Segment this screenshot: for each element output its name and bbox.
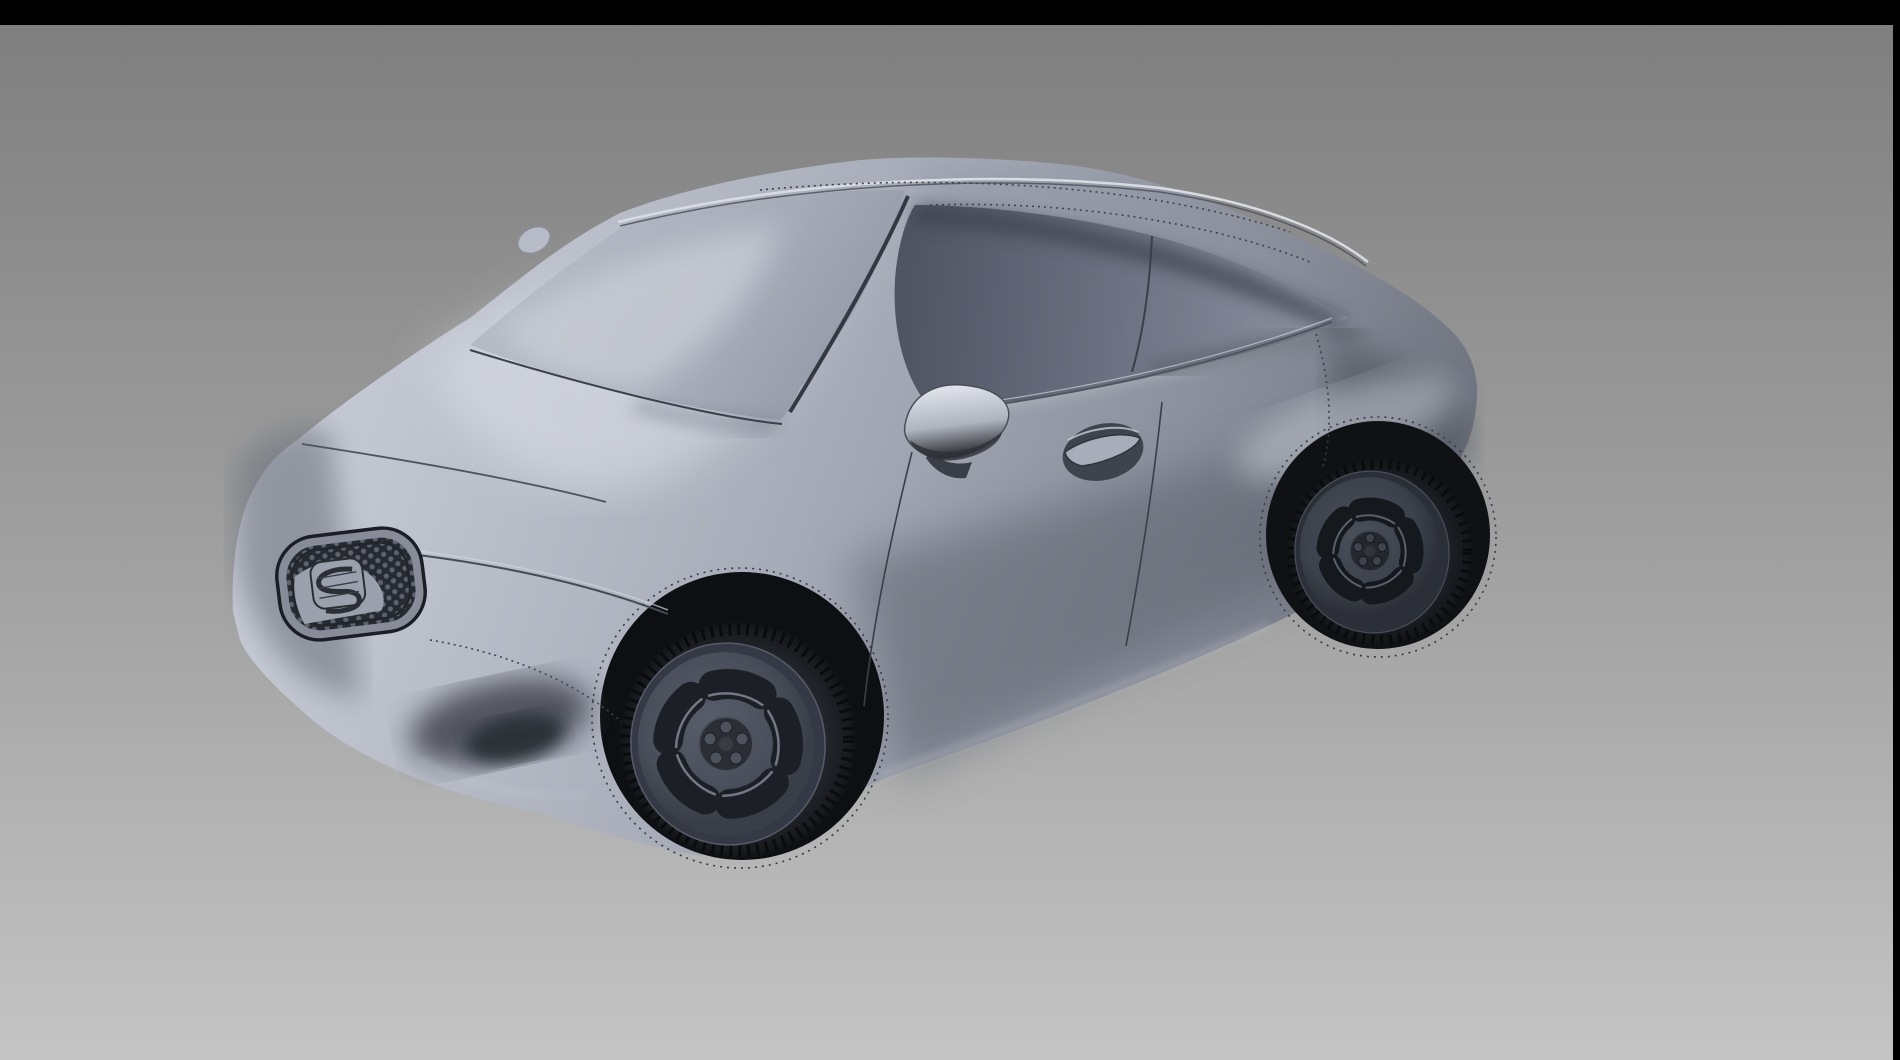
lug-nut [1366, 534, 1375, 543]
lug-nut [1354, 543, 1363, 552]
lug-nut [1373, 557, 1382, 566]
lug-nut [1359, 557, 1368, 566]
top-letterbox-bar [0, 0, 1900, 25]
front-grille [272, 523, 430, 644]
lug-nut [710, 752, 722, 764]
spoke-slot [713, 681, 762, 695]
spoke-slot [779, 711, 791, 760]
front-center-cap [719, 737, 733, 751]
lug-nut [1378, 543, 1387, 552]
lug-nut [730, 752, 742, 764]
screenshot-stage [0, 0, 1900, 1060]
right-letterbox-bar [1893, 0, 1900, 1060]
rear-center-cap [1365, 546, 1376, 557]
lug-nut [720, 721, 732, 733]
lug-nut [704, 733, 716, 745]
viewport-canvas[interactable] [0, 0, 1900, 1060]
spoke-slot [1406, 528, 1414, 562]
lug-nut [736, 733, 748, 745]
seat-emblem [309, 557, 367, 614]
